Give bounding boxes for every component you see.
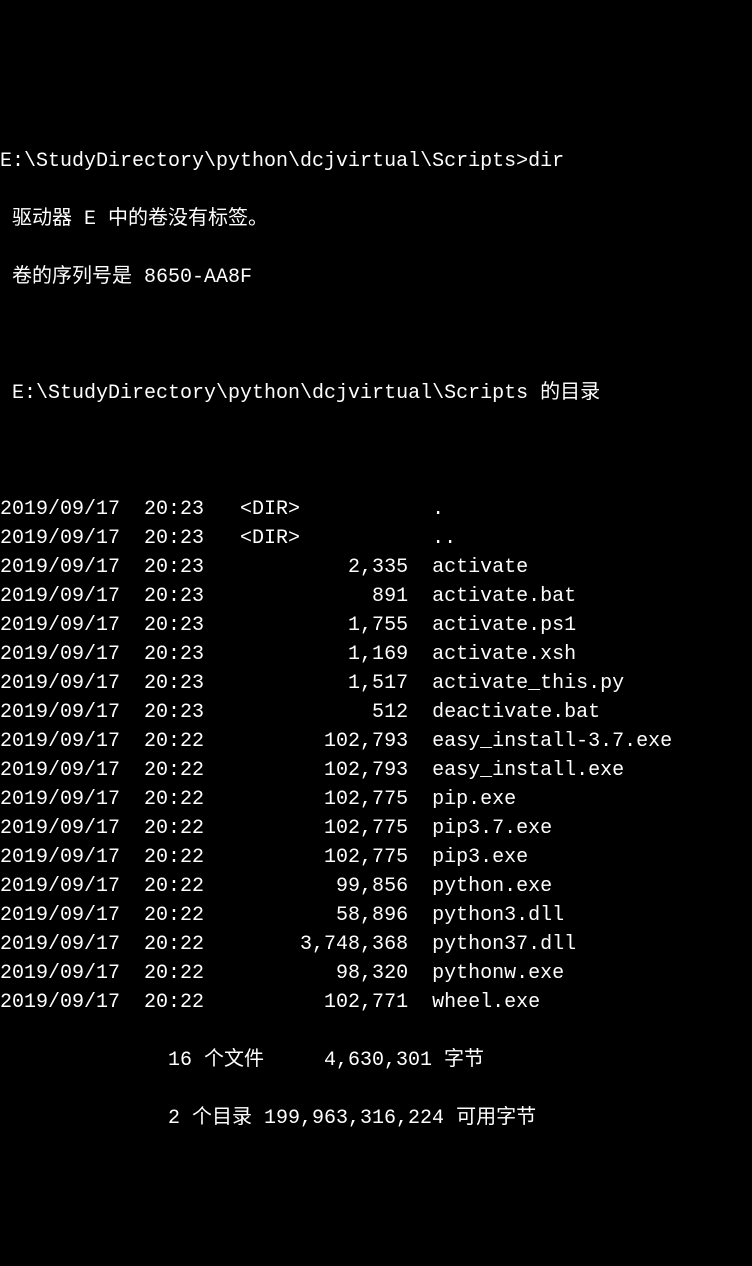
listing-row: 2019/09/17 20:22 99,856 python.exe — [0, 872, 752, 901]
listing-row: 2019/09/17 20:23 <DIR> .. — [0, 524, 752, 553]
listing-row: 2019/09/17 20:23 891 activate.bat — [0, 582, 752, 611]
listing-row: 2019/09/17 20:22 102,775 pip.exe — [0, 785, 752, 814]
listing-row: 2019/09/17 20:22 58,896 python3.dll — [0, 901, 752, 930]
summary-files-line: 16 个文件 4,630,301 字节 — [0, 1046, 752, 1075]
listing-row: 2019/09/17 20:22 102,793 easy_install-3.… — [0, 727, 752, 756]
terminal-output: E:\StudyDirectory\python\dcjvirtual\Scri… — [0, 116, 752, 1162]
listing-row: 2019/09/17 20:23 512 deactivate.bat — [0, 698, 752, 727]
directory-of-line: E:\StudyDirectory\python\dcjvirtual\Scri… — [0, 379, 752, 408]
prompt-line[interactable]: E:\StudyDirectory\python\dcjvirtual\Scri… — [0, 147, 752, 176]
serial-line: 卷的序列号是 8650-AA8F — [0, 263, 752, 292]
listing-row: 2019/09/17 20:22 102,793 easy_install.ex… — [0, 756, 752, 785]
prompt-path: E:\StudyDirectory\python\dcjvirtual\Scri… — [0, 150, 528, 173]
prompt-cmd: dir — [528, 150, 564, 173]
blank-line — [0, 321, 752, 350]
listing-row: 2019/09/17 20:23 1,169 activate.xsh — [0, 640, 752, 669]
summary-dirs-line: 2 个目录 199,963,316,224 可用字节 — [0, 1104, 752, 1133]
blank-line — [0, 437, 752, 466]
listing-row: 2019/09/17 20:23 2,335 activate — [0, 553, 752, 582]
volume-line: 驱动器 E 中的卷没有标签。 — [0, 205, 752, 234]
listing-row: 2019/09/17 20:23 <DIR> . — [0, 495, 752, 524]
listing-row: 2019/09/17 20:22 98,320 pythonw.exe — [0, 959, 752, 988]
listing-row: 2019/09/17 20:22 3,748,368 python37.dll — [0, 930, 752, 959]
listing-row: 2019/09/17 20:22 102,775 pip3.exe — [0, 843, 752, 872]
listing-row: 2019/09/17 20:22 102,775 pip3.7.exe — [0, 814, 752, 843]
listing-row: 2019/09/17 20:23 1,517 activate_this.py — [0, 669, 752, 698]
listing-row: 2019/09/17 20:22 102,771 wheel.exe — [0, 988, 752, 1017]
file-listing: 2019/09/17 20:23 <DIR> .2019/09/17 20:23… — [0, 495, 752, 1017]
listing-row: 2019/09/17 20:23 1,755 activate.ps1 — [0, 611, 752, 640]
